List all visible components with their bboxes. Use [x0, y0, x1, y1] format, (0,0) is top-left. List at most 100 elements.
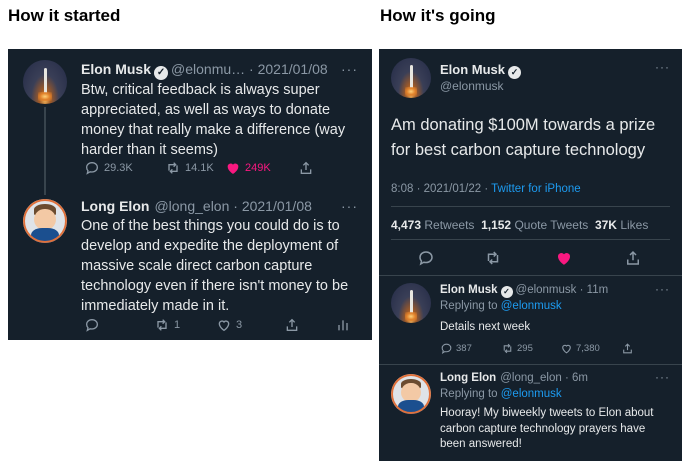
like-count: 7,380 — [576, 343, 600, 354]
right-screenshot-panel: Elon Musk ✓ @elonmusk ··· Am donating $10… — [379, 49, 682, 461]
more-icon[interactable]: ··· — [341, 61, 358, 77]
reply-icon — [441, 343, 452, 354]
retweet-icon[interactable] — [484, 249, 502, 267]
share-icon — [623, 343, 632, 354]
heart-icon — [227, 163, 239, 174]
like-count: 249K — [245, 162, 271, 174]
heart-icon — [218, 320, 230, 332]
share-icon[interactable] — [624, 249, 642, 267]
avatar-elon-musk[interactable] — [23, 60, 67, 104]
divider — [391, 239, 670, 240]
share-icon — [300, 161, 312, 174]
retweet-count: 1 — [174, 319, 181, 331]
left-screenshot-panel: Elon Musk ✓ @elonmu… · 2021/01/08 ··· Btw,… — [8, 49, 372, 340]
tweet-header: Long Elon @long_elon · 2021/01/08 — [81, 198, 312, 214]
reply-button[interactable]: 387 — [440, 342, 472, 355]
tweet-text: Btw, critical feedback is always super a… — [81, 82, 346, 158]
main-tweet-actions — [379, 249, 682, 271]
reply-text: Hooray! My biweekly tweets to Elon about… — [440, 407, 654, 450]
reply-icon — [85, 161, 99, 175]
author-handle[interactable]: @elonmusk — [516, 284, 577, 296]
engagement-stats: 4,473 Retweets 1,152 Quote Tweets 37K Li… — [391, 218, 648, 232]
share-button[interactable] — [298, 160, 318, 176]
reply-count: 29.3K — [104, 162, 133, 174]
author-name[interactable]: Elon Musk — [440, 284, 498, 296]
replying-to-label: Replying to — [440, 300, 498, 312]
author-handle[interactable]: @long_elon — [154, 198, 229, 214]
reply-icon[interactable] — [417, 249, 435, 267]
tweet-header: Elon Musk ✓ @elonmu… · 2021/01/08 — [81, 61, 328, 80]
quote-tweets-label[interactable]: Quote Tweets — [514, 218, 588, 232]
retweet-count: 295 — [517, 343, 533, 354]
replying-to-row: Replying to @elonmusk — [440, 300, 562, 312]
more-icon[interactable]: ··· — [341, 198, 358, 214]
author-name[interactable]: Long Elon — [440, 372, 496, 384]
likes-label[interactable]: Likes — [620, 218, 648, 232]
share-icon — [286, 318, 298, 331]
verified-badge-icon: ✓ — [154, 66, 169, 80]
more-icon[interactable]: ··· — [655, 60, 670, 74]
retweet-count: 14.1K — [185, 162, 214, 174]
replying-to-row: Replying to @elonmusk — [440, 388, 562, 400]
tweet-source-link[interactable]: Twitter for iPhone — [491, 183, 580, 195]
retweet-icon — [168, 162, 178, 174]
tweet-date[interactable]: 2021/01/08 — [258, 61, 328, 77]
heart-icon — [562, 344, 571, 354]
retweets-count[interactable]: 4,473 — [391, 218, 421, 232]
tweet-text: One of the best things you could do is t… — [81, 218, 349, 314]
replying-to-link[interactable]: @elonmusk — [501, 300, 562, 312]
more-icon[interactable]: ··· — [655, 282, 670, 296]
reply-button[interactable]: 29.3K — [84, 160, 133, 176]
retweet-button[interactable]: 295 — [501, 342, 533, 355]
retweet-icon — [503, 343, 512, 354]
verified-badge-icon: ✓ — [500, 286, 513, 298]
avatar-long-elon[interactable] — [23, 199, 67, 243]
divider — [379, 275, 682, 276]
heart-icon[interactable] — [555, 249, 573, 267]
author-name[interactable]: Elon Musk — [81, 61, 151, 77]
reply-icon — [85, 318, 99, 332]
analytics-button[interactable] — [335, 317, 355, 333]
analytics-icon — [338, 320, 348, 331]
reply-count: 387 — [456, 343, 472, 354]
likes-count[interactable]: 37K — [595, 218, 617, 232]
author-handle[interactable]: @elonmu… — [171, 61, 245, 77]
heading-how-its-going: How it's going — [380, 6, 496, 25]
replying-to-link[interactable]: @elonmusk — [501, 388, 562, 400]
avatar-elon-musk[interactable] — [391, 283, 431, 323]
author-name-row: Elon Musk ✓ — [440, 62, 524, 79]
thread-line — [44, 107, 46, 195]
tweet-timestamp[interactable]: 8:08 · 2021/01/22 · — [391, 183, 491, 195]
retweet-button[interactable]: 14.1K — [165, 160, 214, 176]
like-button[interactable]: 249K — [225, 160, 271, 176]
verified-badge-icon: ✓ — [508, 66, 522, 79]
author-name[interactable]: Elon Musk — [440, 62, 505, 77]
replying-to-label: Replying to — [440, 388, 498, 400]
heading-how-it-started: How it started — [8, 6, 121, 25]
author-handle[interactable]: @elonmusk — [440, 79, 504, 93]
reply-age[interactable]: 11m — [587, 284, 609, 296]
share-button[interactable] — [621, 342, 637, 355]
reply-header: Elon Musk ✓ @elonmusk · 11m — [440, 284, 609, 298]
reply-age[interactable]: 6m — [572, 372, 588, 384]
quote-tweets-count[interactable]: 1,152 — [481, 218, 511, 232]
like-button[interactable]: 3 — [216, 317, 242, 333]
tweet-timestamp-row: 8:08 · 2021/01/22 · Twitter for iPhone — [391, 183, 581, 195]
share-button[interactable] — [284, 317, 304, 333]
retweet-button[interactable]: 1 — [154, 317, 180, 333]
avatar-long-elon[interactable] — [391, 374, 431, 414]
like-button[interactable]: 7,380 — [560, 342, 600, 355]
divider — [379, 364, 682, 365]
divider — [391, 206, 670, 207]
author-name[interactable]: Long Elon — [81, 198, 149, 214]
author-handle[interactable]: @long_elon — [500, 372, 562, 384]
like-count: 3 — [236, 319, 243, 331]
tweet-date[interactable]: 2021/01/08 — [242, 198, 312, 214]
reply-header: Long Elon @long_elon · 6m — [440, 372, 588, 384]
more-icon[interactable]: ··· — [655, 370, 670, 384]
reply-button[interactable] — [84, 317, 104, 333]
avatar-elon-musk[interactable] — [391, 58, 431, 98]
main-tweet-text: Am donating $100M towards a prize for be… — [391, 116, 656, 159]
retweet-icon — [157, 319, 167, 331]
retweets-label[interactable]: Retweets — [424, 218, 474, 232]
